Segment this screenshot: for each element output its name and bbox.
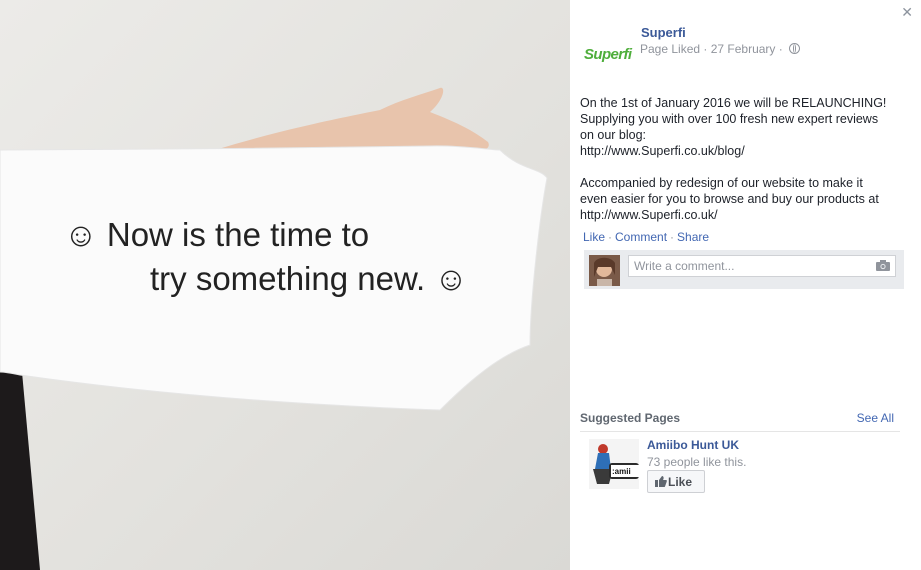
globe-icon[interactable] [789, 43, 801, 54]
action-separator: · [670, 230, 675, 244]
share-link[interactable]: Share [677, 230, 709, 244]
suggested-thumb-image: :amii [589, 439, 639, 489]
see-all-link[interactable]: See All [857, 411, 894, 425]
post-line: On the 1st of January 2016 we will be RE… [580, 96, 887, 110]
post-line: http://www.Superfi.co.uk/ [580, 208, 718, 222]
suggested-page-thumbnail[interactable]: :amii [589, 439, 639, 489]
suggested-page-likes: 73 people like this. [647, 455, 747, 469]
shirt-text-line1: ☺ Now is the time to [64, 216, 370, 253]
camera-icon[interactable] [876, 260, 890, 271]
like-page-button[interactable]: Like [647, 470, 705, 493]
like-button-label: Like [668, 474, 693, 489]
post-line: Supplying you with over 100 fresh new ex… [580, 112, 879, 126]
post-line: even easier for you to browse and buy ou… [580, 192, 879, 206]
post-actions: Like · Comment · Share [583, 230, 709, 244]
avatar-image [589, 255, 620, 286]
page-logo[interactable]: Superfi [584, 46, 632, 70]
post-line: Accompanied by redesign of our website t… [580, 176, 863, 190]
like-link[interactable]: Like [583, 230, 605, 244]
shirt-text-line2: try something new. ☺ [150, 260, 468, 297]
divider [580, 431, 900, 432]
post-line: on our blog: [580, 128, 647, 142]
post-text: On the 1st of January 2016 we will be RE… [580, 95, 910, 239]
post-meta: Page Liked · 27 February · [640, 42, 801, 56]
action-separator: · [608, 230, 613, 244]
suggested-page-name[interactable]: Amiibo Hunt UK [647, 438, 739, 452]
post-photo[interactable]: ☺ Now is the time to try something new. … [0, 0, 570, 570]
suggested-thumb-text: :amii [612, 467, 631, 476]
sleeve-shape [0, 370, 40, 570]
comment-input[interactable] [628, 255, 896, 277]
post-meta-text: Page Liked · 27 February · [640, 42, 783, 56]
post-line: http://www.Superfi.co.uk/blog/ [580, 144, 745, 158]
comment-box [584, 250, 904, 289]
post-paragraph-1: On the 1st of January 2016 we will be RE… [580, 95, 910, 159]
suggested-pages-title: Suggested Pages [580, 411, 681, 425]
arm-shape [215, 87, 489, 151]
thumbs-up-icon [655, 476, 667, 487]
comment-link[interactable]: Comment [615, 230, 667, 244]
post-paragraph-2: Accompanied by redesign of our website t… [580, 175, 910, 223]
post-panel: ✕ Superfi Superfi Page Liked · 27 Februa… [570, 0, 921, 570]
close-icon[interactable]: ✕ [901, 4, 913, 21]
avatar [589, 255, 620, 286]
page-name-link[interactable]: Superfi [641, 25, 686, 40]
